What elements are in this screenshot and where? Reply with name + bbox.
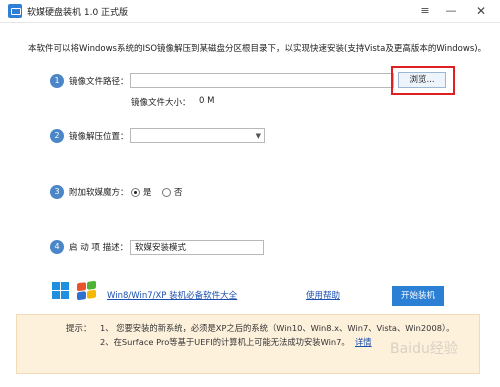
addon-yes-radio[interactable]	[131, 188, 140, 197]
window-title: 软媒硬盘装机 1.0 正式版	[27, 8, 129, 18]
addon-no-radio[interactable]	[162, 188, 171, 197]
tip-label: 提示：	[66, 324, 92, 334]
iso-size-label: 镜像文件大小：	[131, 98, 191, 108]
close-icon[interactable]: ✕	[470, 0, 492, 22]
tip-line-1: 1、 您要安装的新系统，必须是XP之后的系统（Win10、Win8.x、Win7…	[100, 323, 455, 333]
step-3-number: 3	[50, 185, 64, 199]
iso-path-input[interactable]	[130, 73, 394, 88]
help-link[interactable]: 使用帮助	[306, 289, 340, 301]
tip-line-2: 2、在Surface Pro等基于UEFI的计算机上可能无法成功安装Win7。	[100, 337, 350, 347]
step-2-number: 2	[50, 129, 64, 143]
baidu-watermark: Baidu经验	[390, 341, 458, 357]
chevron-down-icon: ▼	[255, 132, 261, 140]
step-4-number: 4	[50, 240, 64, 254]
boot-desc-input[interactable]: 软媒安装模式	[130, 240, 264, 255]
app-logo-icon	[8, 4, 22, 18]
addon-no-label[interactable]: 否	[174, 186, 183, 198]
software-collection-link[interactable]: Win8/Win7/XP 装机必备软件大全	[107, 289, 237, 301]
addon-label: 附加软媒魔方：	[69, 188, 129, 198]
iso-path-label: 镜像文件路径：	[69, 77, 129, 87]
extract-location-select[interactable]: ▼	[130, 128, 265, 143]
extract-location-label: 镜像解压位置：	[69, 132, 129, 142]
boot-desc-label: 启 动 项 描述：	[69, 243, 129, 253]
intro-text: 本软件可以将Windows系统的ISO镜像解压到某磁盘分区根目录下，以实现快速安…	[28, 44, 487, 54]
start-install-button[interactable]: 开始装机	[392, 286, 444, 306]
minimize-icon[interactable]: —	[440, 0, 462, 22]
iso-size-value: 0 M	[199, 96, 215, 106]
windows-xp-logo-icon	[77, 280, 96, 301]
step-1-number: 1	[50, 74, 64, 88]
menu-icon[interactable]: ≡	[414, 0, 436, 22]
title-bar: 软媒硬盘装机 1.0 正式版 ≡ — ✕	[0, 0, 500, 23]
tip-detail-link[interactable]: 详情	[355, 336, 372, 348]
windows-logo-icon	[52, 282, 69, 299]
browse-button[interactable]: 浏览...	[398, 72, 446, 88]
addon-yes-label[interactable]: 是	[143, 186, 152, 198]
